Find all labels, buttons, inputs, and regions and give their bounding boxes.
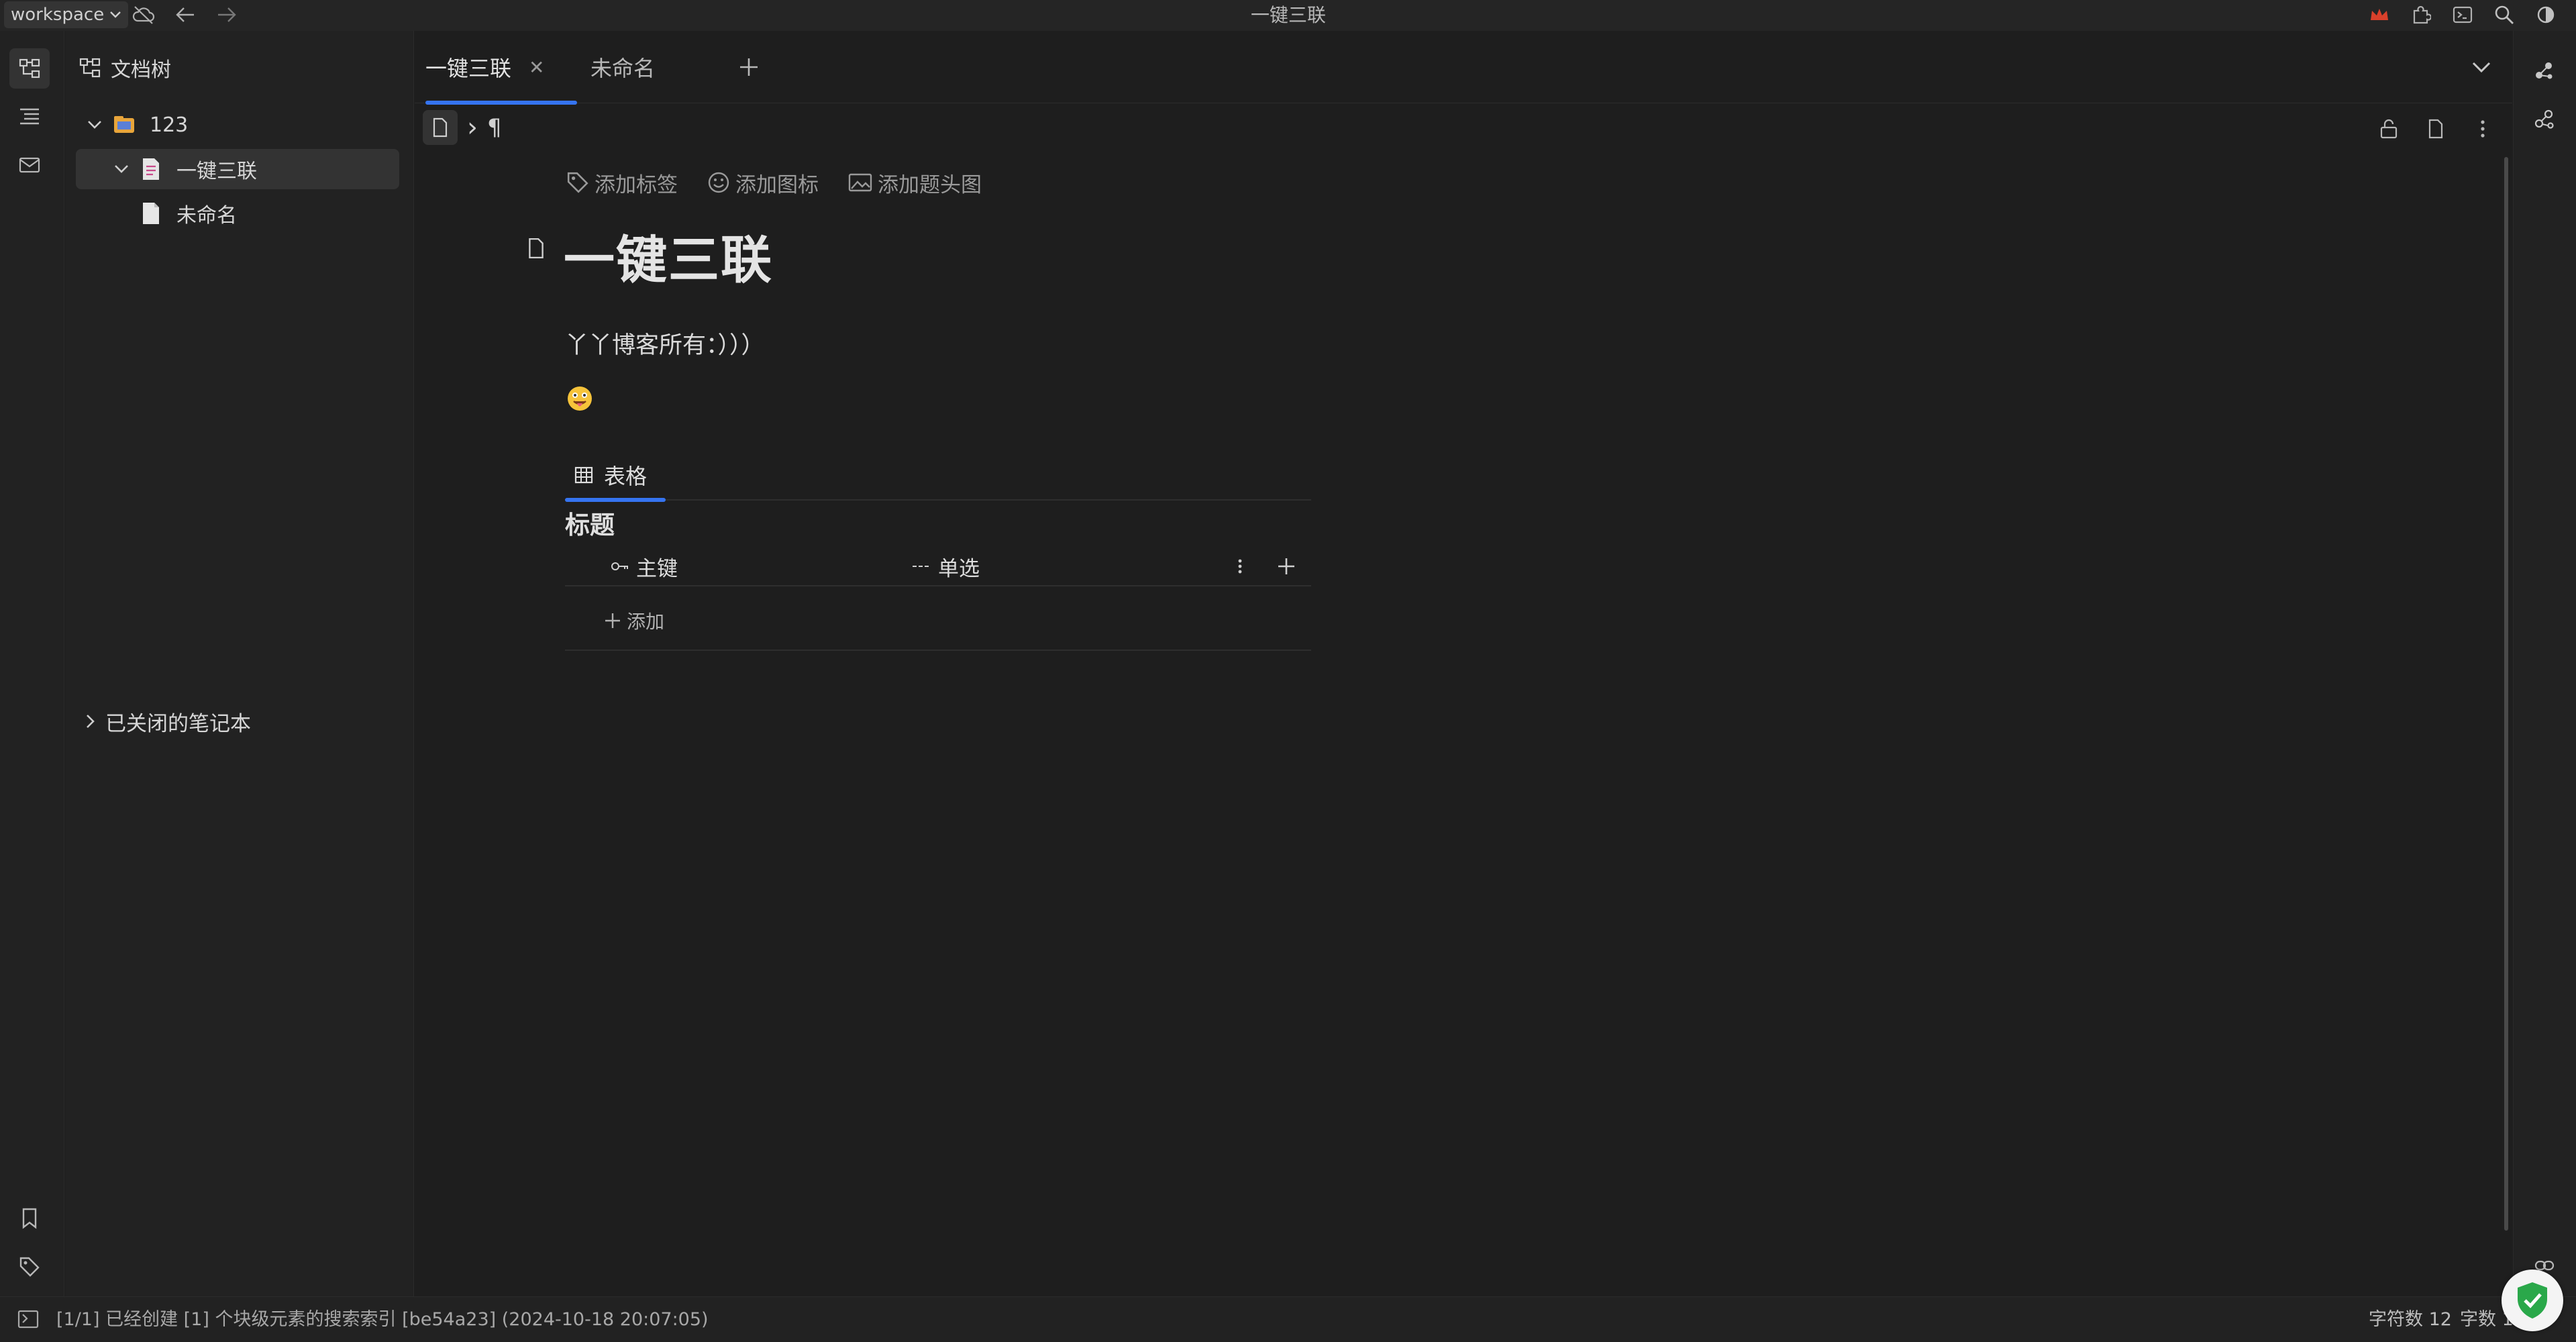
tab-bar: 一键三联 ✕ 未命名: [415, 31, 2512, 105]
chevron-down-icon[interactable]: [81, 119, 108, 130]
column-more-icon[interactable]: [1227, 546, 1253, 586]
add-tag-label: 添加标签: [595, 172, 678, 197]
status-message: [1/1] 已经创建 [1] 个块级元素的搜索索引 [be54a23] (202…: [56, 1309, 709, 1330]
column-single-select[interactable]: 单选: [911, 546, 1206, 586]
image-icon: [848, 173, 872, 192]
column-label: 单选: [938, 556, 980, 581]
add-column-button[interactable]: [1270, 546, 1303, 586]
add-icon-label: 添加图标: [735, 172, 819, 197]
tree-item-label: 未命名: [176, 204, 237, 227]
plus-icon: [740, 58, 758, 76]
left-dock: [0, 31, 64, 1296]
inbox-icon[interactable]: [9, 145, 50, 185]
terminal-icon[interactable]: [2449, 1, 2476, 28]
paragraph-mark-icon[interactable]: ¶: [487, 114, 502, 141]
right-dock: [2513, 31, 2576, 1296]
file-tree-panel: 文档树 123 一键三联 未命名 已关闭的笔记本: [65, 31, 414, 1296]
search-icon[interactable]: [2491, 1, 2518, 28]
paragraph-block[interactable]: 丫丫博客所有：）））: [565, 326, 765, 360]
tree-item-label: 一键三联: [176, 160, 257, 183]
tree-item-doc-1[interactable]: 一键三联: [76, 149, 399, 189]
tree-notebook-label: 123: [150, 113, 189, 137]
emoji-tongue-icon[interactable]: [566, 385, 593, 412]
chevron-down-icon: [110, 11, 121, 18]
tab-active-indicator: [425, 101, 577, 105]
tab-table-view[interactable]: 表格: [565, 450, 666, 502]
tree-header-label: 文档树: [111, 58, 171, 82]
add-tag-button[interactable]: 添加标签: [566, 168, 678, 198]
add-row-button[interactable]: 添加: [604, 603, 664, 639]
breadcrumb: › ¶: [423, 110, 502, 145]
puzzle-icon[interactable]: [2408, 1, 2434, 28]
back-arrow-icon[interactable]: [172, 1, 199, 28]
tab-label: 一键三联: [425, 56, 512, 81]
add-cover-label: 添加题头图: [878, 172, 982, 197]
cloud-off-icon[interactable]: [130, 1, 157, 28]
table-view-label: 表格: [604, 464, 648, 489]
bookmark-icon[interactable]: [9, 1198, 50, 1239]
database-bottom-divider: [565, 650, 1311, 651]
tab-doc-1[interactable]: 一键三联 ✕: [425, 31, 577, 105]
char-count: 字符数 12: [2369, 1309, 2452, 1330]
workspace-label: workspace: [11, 5, 105, 25]
file-tree-icon: [79, 58, 101, 78]
chevron-right-icon: [87, 715, 95, 728]
plus-icon: [1278, 558, 1294, 574]
add-icon-button[interactable]: 添加图标: [707, 168, 819, 198]
smiley-icon: [708, 172, 729, 193]
crown-icon[interactable]: [2366, 1, 2393, 28]
tag-icon: [567, 172, 588, 193]
tab-active-indicator: [565, 498, 666, 502]
column-label: 主键: [636, 556, 678, 581]
tree-header: 文档树: [79, 51, 171, 85]
column-primary-key[interactable]: 主键: [611, 546, 906, 586]
document-icon: [135, 201, 167, 225]
document-icon[interactable]: [527, 238, 545, 259]
plus-icon: [605, 613, 620, 628]
file-tree-icon[interactable]: [9, 48, 50, 89]
document-title[interactable]: 一键三联: [564, 219, 773, 293]
document-icon: [135, 157, 167, 181]
close-icon[interactable]: ✕: [529, 56, 544, 79]
tree-item-doc-2[interactable]: 未命名: [76, 193, 399, 234]
title-bar: workspace 一键三联: [0, 0, 2576, 31]
add-cover-button[interactable]: 添加题头图: [848, 168, 982, 198]
graph-icon[interactable]: [2524, 51, 2565, 91]
closed-notebooks-label: 已关闭的笔记本: [105, 711, 251, 736]
tag-icon[interactable]: [9, 1247, 50, 1287]
breadcrumb-doc-icon[interactable]: [423, 110, 458, 145]
key-icon: [611, 562, 628, 570]
outline-icon[interactable]: [9, 97, 50, 137]
table-icon: [574, 466, 593, 484]
lock-icon[interactable]: [2373, 113, 2405, 145]
theme-mode-icon[interactable]: [2532, 1, 2559, 28]
tab-list-button[interactable]: [2461, 31, 2502, 103]
chevron-down-icon[interactable]: [108, 164, 135, 174]
forward-arrow-icon[interactable]: [213, 1, 240, 28]
expand-status-icon[interactable]: [17, 1309, 39, 1329]
database-title[interactable]: 标题: [565, 505, 615, 541]
database-view-tabs: 表格: [565, 450, 1311, 502]
status-bar: [1/1] 已经创建 [1] 个块级元素的搜索索引 [be54a23] (202…: [0, 1296, 2576, 1342]
global-graph-icon[interactable]: [2524, 99, 2565, 140]
shield-icon[interactable]: [2502, 1270, 2563, 1331]
add-row-label: 添加: [627, 611, 665, 633]
tab-doc-2[interactable]: 未命名: [578, 31, 713, 103]
closed-notebooks[interactable]: 已关闭的笔记本: [85, 705, 251, 738]
select-icon: [913, 566, 930, 567]
tab-label: 未命名: [590, 56, 656, 81]
tree-notebook-123[interactable]: 123: [81, 105, 397, 145]
window-title: 一键三联: [1250, 4, 1326, 26]
editor-scrollbar[interactable]: [2504, 157, 2508, 1231]
breadcrumb-separator: ›: [467, 112, 478, 143]
notebook-icon: [108, 114, 140, 136]
doc-actions: 添加标签 添加图标 添加题头图: [566, 164, 982, 201]
chevron-down-icon: [2472, 62, 2491, 73]
workspace-button[interactable]: workspace: [4, 1, 129, 28]
document-icon[interactable]: [2420, 113, 2452, 145]
more-icon[interactable]: [2467, 113, 2499, 145]
database-header-row: 主键 单选: [565, 546, 1311, 586]
new-tab-button[interactable]: [722, 31, 776, 103]
